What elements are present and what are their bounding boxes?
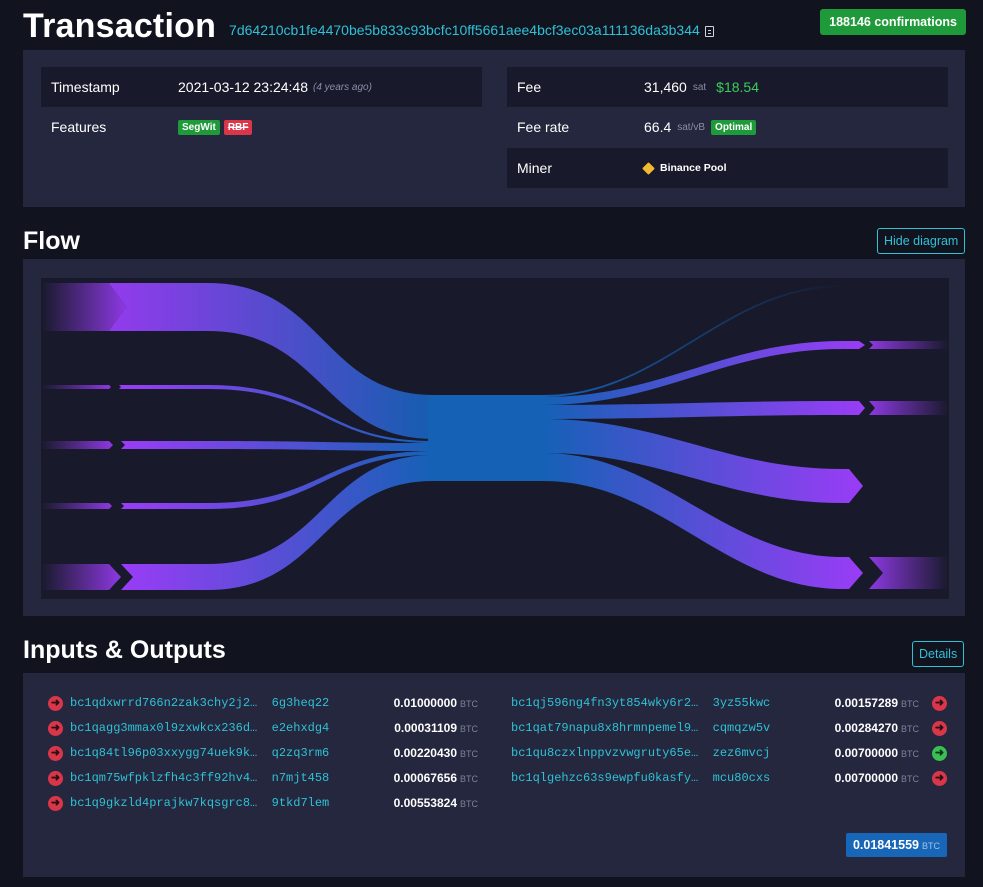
input-amount: 0.00031109 bbox=[394, 721, 457, 735]
optimal-badge: Optimal bbox=[711, 119, 757, 135]
miner-label: Miner bbox=[517, 160, 553, 176]
timestamp-relative: (4 years ago) bbox=[313, 81, 372, 93]
input-address[interactable]: bc1qagg3mmax0l9zxwkcx236d… e2ehxdg4 bbox=[70, 721, 329, 735]
flow-panel bbox=[23, 259, 965, 616]
output-row: bc1qu8czxlnppvzvwgruty65e… zez6mvcj 0.00… bbox=[511, 743, 947, 763]
fee-unit: sat bbox=[692, 81, 707, 93]
details-button[interactable]: Details bbox=[912, 641, 965, 667]
input-stub-2 bbox=[41, 385, 111, 389]
output-stub-2 bbox=[869, 401, 949, 415]
fee-usd: $18.54 bbox=[716, 79, 759, 95]
flow-title: Flow bbox=[23, 227, 80, 255]
input-stub-4 bbox=[41, 503, 112, 509]
input-unit: BTC bbox=[460, 724, 478, 734]
output-amount: 0.00700000 bbox=[834, 771, 898, 785]
total-amount: 0.01841559 bbox=[852, 838, 919, 852]
hide-diagram-button[interactable]: Hide diagram bbox=[877, 228, 966, 254]
timestamp-value: 2021-03-12 23:24:48 bbox=[178, 79, 308, 95]
features-row: Features SegWit RBF bbox=[41, 107, 482, 147]
output-address[interactable]: bc1qu8czxlnppvzvwgruty65e… zez6mvcj bbox=[511, 746, 770, 760]
timestamp-label: Timestamp bbox=[51, 79, 120, 95]
confirmations-badge: 188146 confirmations bbox=[820, 9, 966, 35]
copy-icon[interactable] bbox=[704, 25, 714, 37]
input-address[interactable]: bc1q9gkzld4prajkw7kqsgrc8… 9tkd7lem bbox=[70, 796, 329, 810]
rbf-badge[interactable]: RBF bbox=[223, 119, 253, 135]
output-address[interactable]: bc1qat79napu8x8hrmnpemel9… cqmqzw5v bbox=[511, 721, 770, 735]
details-panel: Timestamp 2021-03-12 23:24:48 (4 years a… bbox=[23, 50, 965, 207]
output-row: bc1qj596ng4fn3yt854wky6r2… 3yz55kwc 0.00… bbox=[511, 693, 947, 713]
output-unspent-icon[interactable]: ➜ bbox=[932, 746, 947, 761]
input-row: ➜ bc1qm75wfpklzfh4c3ff92hv4… n7mjt458 0.… bbox=[48, 768, 478, 788]
flow-hub bbox=[428, 395, 548, 481]
input-amount: 0.00067656 bbox=[393, 771, 457, 785]
input-row: ➜ bc1qagg3mmax0l9zxwkcx236d… e2ehxdg4 0.… bbox=[48, 718, 478, 738]
page-title: Transaction bbox=[23, 6, 217, 45]
output-spent-icon[interactable]: ➜ bbox=[932, 771, 947, 786]
output-unit: BTC bbox=[901, 749, 919, 759]
miner-row: Miner Binance Pool bbox=[507, 148, 948, 188]
flow-diagram[interactable] bbox=[23, 259, 965, 616]
fee-row: Fee 31,460 sat $18.54 bbox=[507, 67, 948, 107]
features-label: Features bbox=[51, 119, 107, 135]
page-header: Transaction 7d64210cb1fe4470be5b833c93bc… bbox=[23, 6, 714, 46]
input-unit: BTC bbox=[460, 799, 478, 809]
output-row: bc1qat79napu8x8hrmnpemel9… cqmqzw5v 0.00… bbox=[511, 718, 947, 738]
miner-link[interactable]: Binance Pool bbox=[642, 161, 727, 175]
input-row: ➜ bc1qdxwrrd766n2zak3chy2j2… 6g3heq22 0.… bbox=[48, 693, 478, 713]
fee-label: Fee bbox=[517, 79, 542, 95]
input-unit: BTC bbox=[460, 749, 478, 759]
io-title: Inputs & Outputs bbox=[23, 636, 226, 664]
output-address[interactable]: bc1qlgehzc63s9ewpfu0kasfy… mcu80cxs bbox=[511, 771, 770, 785]
segwit-badge[interactable]: SegWit bbox=[178, 119, 220, 135]
fee-value: 31,460 bbox=[644, 79, 687, 95]
input-address[interactable]: bc1qdxwrrd766n2zak3chy2j2… 6g3heq22 bbox=[70, 696, 329, 710]
output-amount: 0.00157289 bbox=[834, 696, 898, 710]
input-address[interactable]: bc1q84tl96p03xxygg74uek9k… q2zq3rm6 bbox=[70, 746, 329, 760]
feerate-unit: sat/vB bbox=[677, 121, 706, 133]
output-unit: BTC bbox=[901, 774, 919, 784]
output-amount: 0.00700000 bbox=[834, 746, 898, 760]
feerate-label: Fee rate bbox=[517, 119, 570, 135]
output-spent-icon[interactable]: ➜ bbox=[932, 696, 947, 711]
feerate-row: Fee rate 66.4 sat/vB Optimal bbox=[507, 107, 948, 147]
output-address[interactable]: bc1qj596ng4fn3yt854wky6r2… 3yz55kwc bbox=[511, 696, 770, 710]
input-stub-5 bbox=[41, 564, 121, 590]
input-stub-1 bbox=[41, 283, 126, 331]
input-row: ➜ bc1q84tl96p03xxygg74uek9k… q2zq3rm6 0.… bbox=[48, 743, 478, 763]
total-amount-badge: 0.01841559 BTC bbox=[845, 833, 947, 857]
input-row: ➜ bc1q9gkzld4prajkw7kqsgrc8… 9tkd7lem 0.… bbox=[48, 793, 478, 813]
feerate-value: 66.4 bbox=[644, 119, 672, 135]
input-amount: 0.00553824 bbox=[393, 796, 457, 810]
input-arrow-icon[interactable]: ➜ bbox=[48, 771, 63, 786]
input-arrow-icon[interactable]: ➜ bbox=[48, 796, 63, 811]
input-address[interactable]: bc1qm75wfpklzfh4c3ff92hv4… n7mjt458 bbox=[70, 771, 329, 785]
input-unit: BTC bbox=[460, 699, 478, 709]
binance-icon bbox=[642, 161, 655, 175]
output-unit: BTC bbox=[901, 699, 919, 709]
input-amount: 0.00220430 bbox=[393, 746, 457, 760]
timestamp-row: Timestamp 2021-03-12 23:24:48 (4 years a… bbox=[41, 67, 482, 107]
output-stub-1 bbox=[869, 341, 949, 349]
total-unit: BTC bbox=[922, 841, 940, 851]
io-panel: ➜ bc1qdxwrrd766n2zak3chy2j2… 6g3heq22 0.… bbox=[23, 673, 965, 877]
input-unit: BTC bbox=[460, 774, 478, 784]
output-amount: 0.00284270 bbox=[834, 721, 898, 735]
output-row: bc1qlgehzc63s9ewpfu0kasfy… mcu80cxs 0.00… bbox=[511, 768, 947, 788]
output-spent-icon[interactable]: ➜ bbox=[932, 721, 947, 736]
miner-value: Binance Pool bbox=[660, 162, 727, 174]
input-arrow-icon[interactable]: ➜ bbox=[48, 746, 63, 761]
input-amount: 0.01000000 bbox=[393, 696, 457, 710]
input-stub-3 bbox=[41, 441, 113, 449]
input-arrow-icon[interactable]: ➜ bbox=[48, 696, 63, 711]
input-arrow-icon[interactable]: ➜ bbox=[48, 721, 63, 736]
output-unit: BTC bbox=[901, 724, 919, 734]
txid-link[interactable]: 7d64210cb1fe4470be5b833c93bcfc10ff5661ae… bbox=[229, 22, 700, 38]
